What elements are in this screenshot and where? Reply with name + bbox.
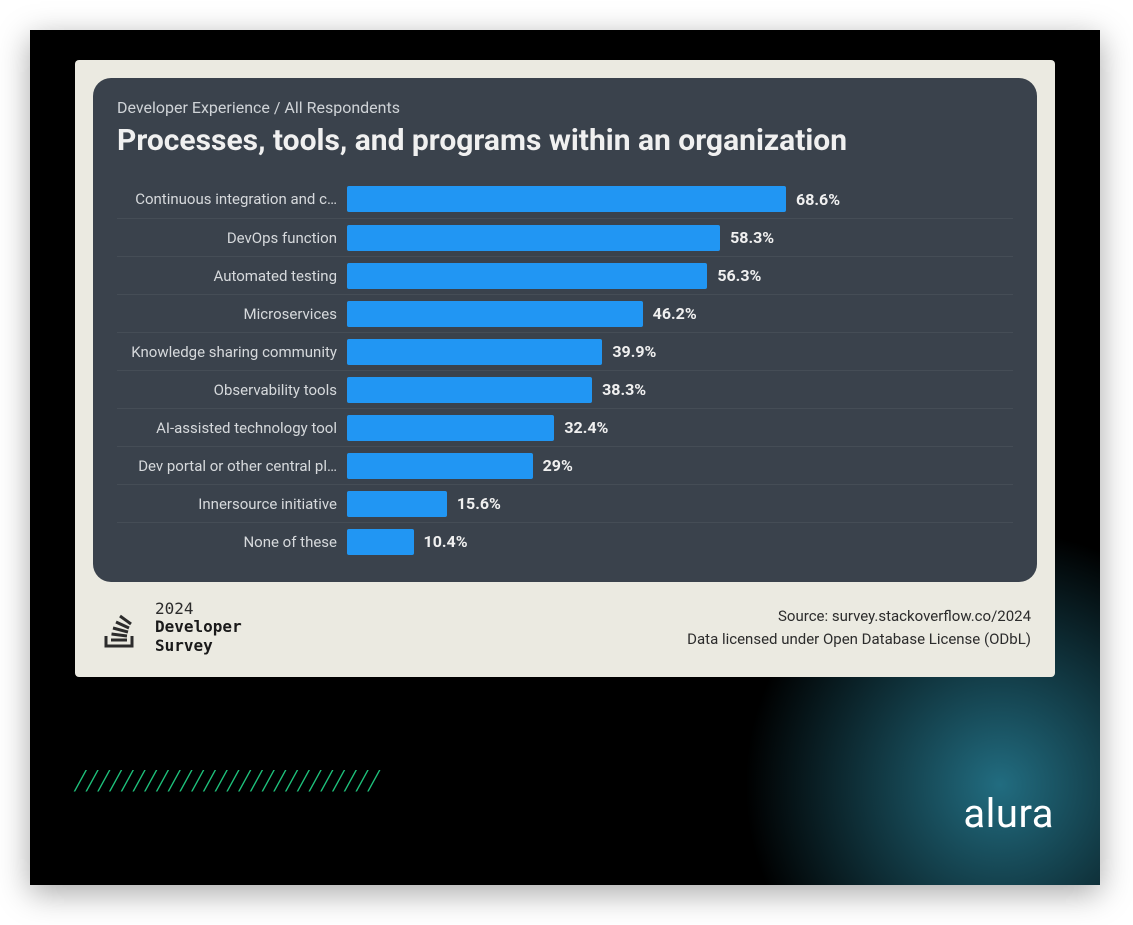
bar-row: None of these 10.4% (117, 522, 1013, 560)
bar-track: 68.6% (347, 186, 1013, 212)
bar-fill (347, 453, 533, 479)
bar-track: 38.3% (347, 377, 1013, 403)
bar-fill (347, 415, 554, 441)
bar-track: 39.9% (347, 339, 1013, 365)
bar-row: DevOps function 58.3% (117, 218, 1013, 256)
bar-fill (347, 377, 592, 403)
bar-track: 58.3% (347, 225, 1013, 251)
bar-fill (347, 339, 602, 365)
bar-fill (347, 263, 707, 289)
bar-value-label: 10.4% (424, 532, 468, 551)
bar-category-label: Knowledge sharing community (117, 343, 347, 361)
bar-fill (347, 225, 720, 251)
bar-row: Automated testing 56.3% (117, 256, 1013, 294)
chart-panel: Developer Experience / All Respondents P… (75, 60, 1055, 677)
footer-source: Source: survey.stackoverflow.co/2024 (687, 605, 1031, 628)
bar-category-label: Microservices (117, 305, 347, 323)
bar-value-label: 68.6% (796, 190, 840, 209)
bar-category-label: Automated testing (117, 267, 347, 285)
bar-fill (347, 491, 447, 517)
footer-right: Source: survey.stackoverflow.co/2024 Dat… (687, 605, 1031, 650)
bar-row: Dev portal or other central pl… 29% (117, 446, 1013, 484)
bar-category-label: DevOps function (117, 229, 347, 247)
bar-row: Continuous integration and c… 68.6% (117, 180, 1013, 218)
bar-track: 32.4% (347, 415, 1013, 441)
outer-frame: Developer Experience / All Respondents P… (30, 30, 1100, 885)
bar-value-label: 15.6% (457, 494, 501, 513)
bar-value-label: 38.3% (602, 380, 646, 399)
bar-row: Knowledge sharing community 39.9% (117, 332, 1013, 370)
brand-logo: alura (963, 790, 1054, 837)
bar-track: 10.4% (347, 529, 1013, 555)
bar-category-label: AI-assisted technology tool (117, 419, 347, 437)
footer-line1: Developer (155, 618, 242, 636)
bar-category-label: None of these (117, 533, 347, 551)
breadcrumb: Developer Experience / All Respondents (117, 98, 1013, 117)
bar-row: Microservices 46.2% (117, 294, 1013, 332)
footer-license: Data licensed under Open Database Licens… (687, 628, 1031, 651)
bar-value-label: 32.4% (564, 418, 608, 437)
chart-card: Developer Experience / All Respondents P… (93, 78, 1037, 582)
bar-rows: Continuous integration and c… 68.6% DevOps… (117, 180, 1013, 560)
bar-value-label: 56.3% (717, 266, 761, 285)
bar-track: 15.6% (347, 491, 1013, 517)
bar-category-label: Observability tools (117, 381, 347, 399)
bar-value-label: 46.2% (653, 304, 697, 323)
bar-track: 29% (347, 453, 1013, 479)
panel-footer: 2024 Developer Survey Source: survey.sta… (75, 582, 1055, 677)
bar-row: Innersource initiative 15.6% (117, 484, 1013, 522)
bar-fill (347, 186, 786, 212)
footer-line2: Survey (155, 637, 242, 655)
bar-track: 46.2% (347, 301, 1013, 327)
bar-value-label: 58.3% (730, 228, 774, 247)
bar-track: 56.3% (347, 263, 1013, 289)
bar-row: Observability tools 38.3% (117, 370, 1013, 408)
chart-title: Processes, tools, and programs within an… (117, 123, 1013, 158)
bar-fill (347, 301, 643, 327)
bar-category-label: Continuous integration and c… (117, 190, 347, 208)
slash-decoration: ////////////////////////// (75, 764, 383, 797)
bar-category-label: Innersource initiative (117, 495, 347, 513)
bar-value-label: 39.9% (612, 342, 656, 361)
bar-category-label: Dev portal or other central pl… (117, 457, 347, 475)
footer-left: 2024 Developer Survey (99, 600, 242, 655)
bar-row: AI-assisted technology tool 32.4% (117, 408, 1013, 446)
footer-left-text: 2024 Developer Survey (155, 600, 242, 655)
bar-value-label: 29% (543, 456, 573, 475)
footer-year: 2024 (155, 600, 242, 618)
stackoverflow-icon (99, 606, 143, 650)
bar-fill (347, 529, 414, 555)
